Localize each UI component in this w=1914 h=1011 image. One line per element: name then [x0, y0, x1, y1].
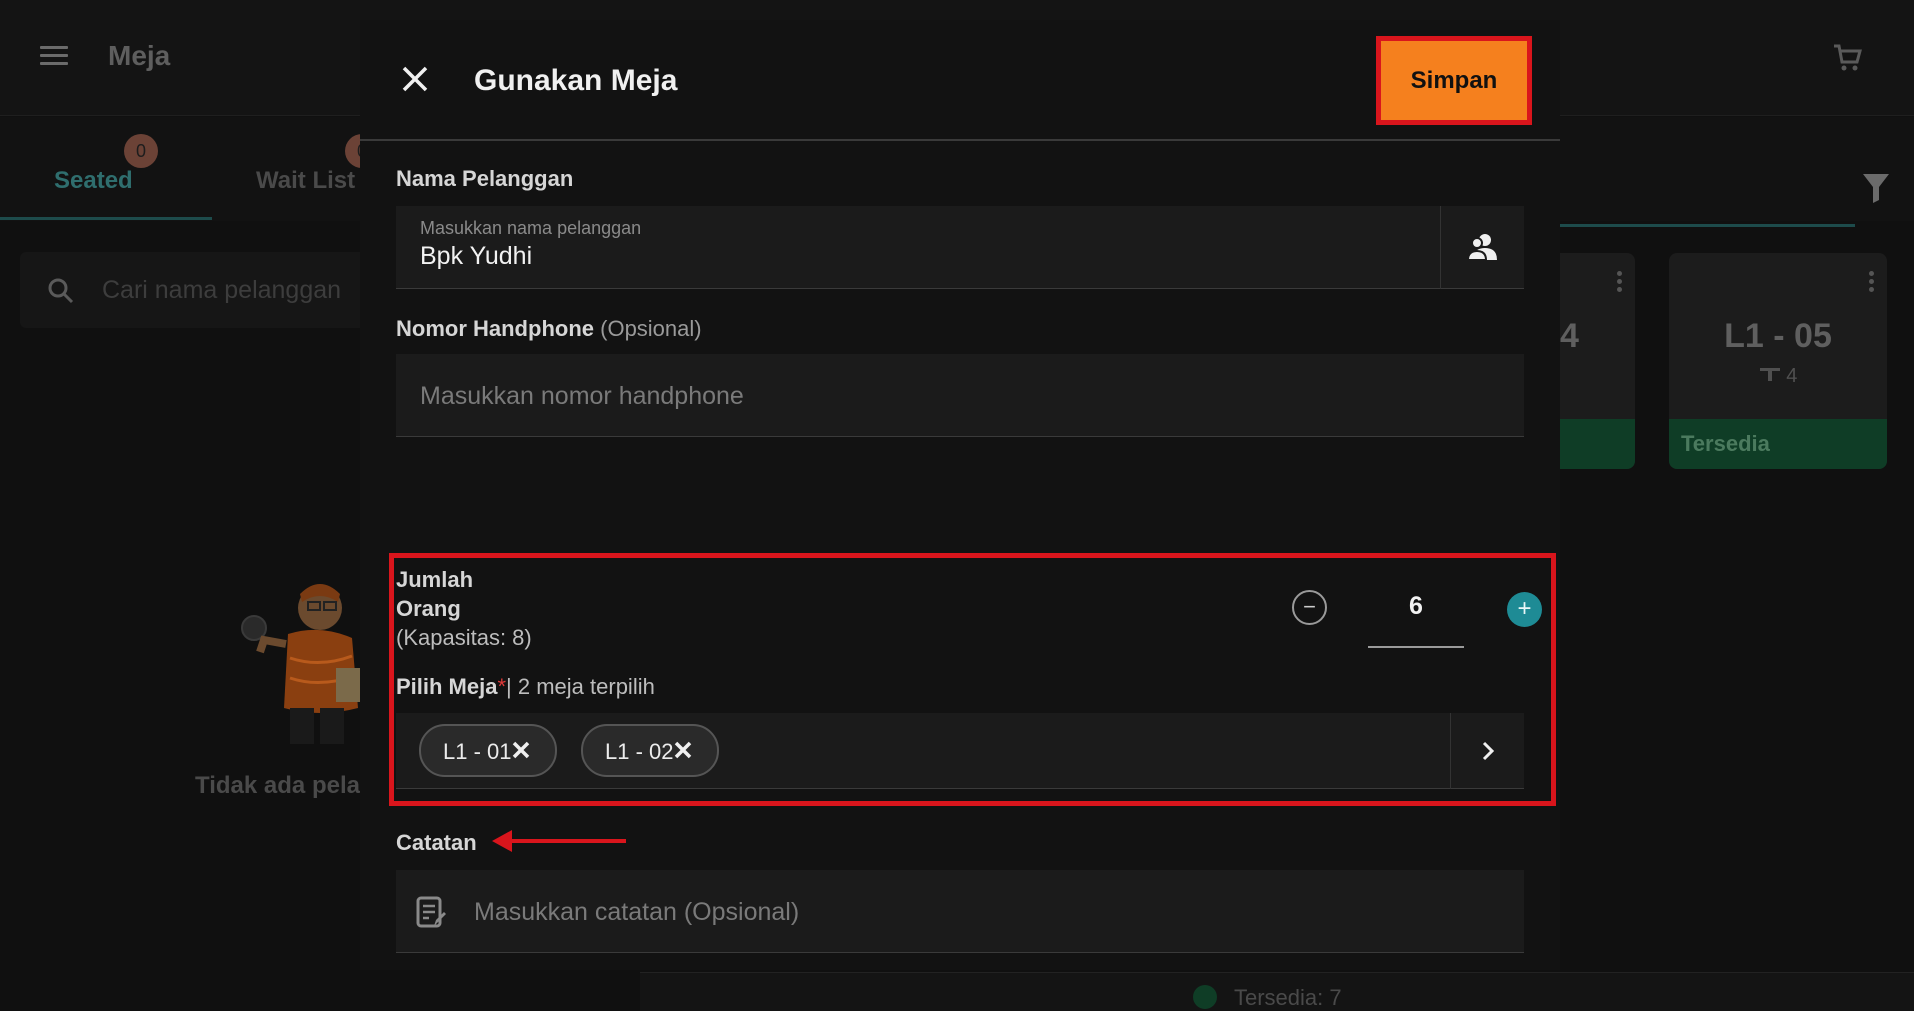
available-dot-icon: [1193, 985, 1217, 1009]
notes-icon: [416, 896, 446, 928]
customer-name-value: Bpk Yudhi: [420, 242, 533, 270]
search-input[interactable]: Cari nama pelanggan: [20, 252, 410, 328]
phone-label: Nomor Handphone (Opsional): [396, 316, 702, 342]
tab-indicator: [0, 217, 212, 220]
dialog-title: Gunakan Meja: [474, 64, 678, 97]
increment-button[interactable]: +: [1507, 592, 1542, 627]
search-icon: [48, 278, 74, 304]
guest-label-line2: Orang: [396, 596, 461, 621]
seated-count-badge: 0: [124, 134, 158, 168]
open-table-picker-button[interactable]: [1450, 713, 1524, 789]
capacity-text: (Kapasitas: 8): [396, 625, 532, 650]
guest-count-label: Jumlah Orang (Kapasitas: 8): [396, 565, 532, 652]
section-divider: [1559, 224, 1855, 227]
dialog-header: Gunakan Meja Simpan: [360, 20, 1560, 141]
notes-label: Catatan: [396, 830, 477, 855]
legend-available: Tersedia: 7: [1234, 985, 1342, 1010]
cart-icon[interactable]: [1832, 42, 1862, 72]
customer-name-label: Nama Pelanggan: [396, 166, 574, 191]
close-icon[interactable]: [398, 62, 432, 96]
save-button[interactable]: Simpan: [1376, 36, 1532, 125]
table-status: Tersedia: [1669, 419, 1887, 469]
use-table-dialog: Gunakan Meja Simpan Nama Pelanggan Masuk…: [360, 20, 1560, 970]
phone-placeholder: Masukkan nomor handphone: [420, 382, 744, 410]
tab-seated[interactable]: Seated: [54, 167, 133, 195]
contacts-icon: [1467, 234, 1497, 261]
table-seats: 4: [1669, 365, 1887, 388]
contacts-button[interactable]: [1440, 206, 1524, 289]
selected-count-text: | 2 meja terpilih: [506, 674, 655, 699]
table-chip-label: L1 - 02: [605, 739, 674, 764]
search-placeholder: Cari nama pelanggan: [102, 276, 342, 304]
customer-name-field[interactable]: Masukkan nama pelanggan Bpk Yudhi: [396, 206, 1524, 289]
phone-field[interactable]: Masukkan nomor handphone: [396, 354, 1524, 437]
table-select-label: Pilih Meja*| 2 meja terpilih: [396, 674, 655, 700]
notes-field[interactable]: Masukkan catatan (Opsional): [396, 870, 1524, 953]
tab-wait-list[interactable]: Wait List: [256, 167, 355, 195]
more-icon[interactable]: [1617, 271, 1623, 295]
phone-label-text: Nomor Handphone: [396, 316, 594, 341]
table-name: L1 - 05: [1724, 317, 1832, 355]
remove-icon[interactable]: [673, 740, 693, 760]
app-title: Meja: [108, 40, 171, 71]
table-card[interactable]: L1 - 05 4 Tersedia: [1669, 253, 1887, 469]
menu-icon[interactable]: [40, 46, 68, 66]
table-icon: [1759, 368, 1780, 381]
filter-icon[interactable]: [1862, 172, 1890, 204]
phone-optional-text: (Opsional): [600, 316, 702, 341]
decrement-button[interactable]: −: [1292, 590, 1327, 625]
chevron-right-icon: [1482, 741, 1495, 761]
notes-placeholder: Masukkan catatan (Opsional): [474, 898, 800, 926]
annotation-arrow-icon: [492, 830, 626, 852]
guest-count-input[interactable]: 6: [1368, 586, 1464, 648]
guest-label-line1: Jumlah: [396, 567, 474, 592]
table-chip-label: L1 - 01: [443, 739, 512, 764]
seat-count: 4: [1786, 365, 1798, 387]
required-mark: *: [497, 674, 507, 699]
table-chip[interactable]: L1 - 02: [581, 724, 719, 777]
empty-state-illustration: [241, 584, 362, 744]
table-select-field[interactable]: L1 - 01 L1 - 02: [396, 713, 1524, 789]
customer-name-placeholder: Masukkan nama pelanggan: [420, 218, 642, 238]
remove-icon[interactable]: [511, 740, 531, 760]
table-select-label-text: Pilih Meja: [396, 674, 498, 699]
table-chip[interactable]: L1 - 01: [419, 724, 557, 777]
more-icon[interactable]: [1869, 271, 1875, 295]
